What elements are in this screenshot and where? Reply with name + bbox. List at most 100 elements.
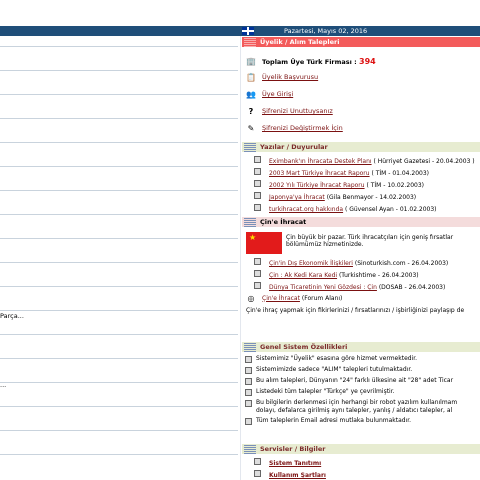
feature-item: Sistemimiz "Üyelik" esasına göre hizmet … xyxy=(245,355,417,363)
feature-item: Listedeki tüm talepler "Türkçe" ye çevri… xyxy=(245,388,395,396)
bullet-icon xyxy=(245,400,252,407)
row-divider xyxy=(0,262,238,263)
bullet-icon xyxy=(254,156,261,163)
change-row[interactable]: ✎ Şifrenizi Değiştirmek İçin xyxy=(246,122,343,134)
row-divider xyxy=(0,70,238,71)
feature-item: Bu alım talepleri, Dünyanın "24" farklı … xyxy=(245,377,453,385)
users-icon: 👥 xyxy=(246,89,256,99)
left-truncated-dots: ... xyxy=(0,381,7,389)
bullet-icon xyxy=(254,192,261,199)
apply-row[interactable]: 📋 Üyelik Başvurusu xyxy=(246,71,318,83)
china-source: (Turkishtime - 26.04.2003) xyxy=(337,272,419,279)
china-item[interactable]: Çin : Ak Kedi Kara Kedi (Turkishtime - 2… xyxy=(254,270,419,279)
features-title: Genel Sistem Özellikleri xyxy=(260,343,348,351)
row-divider xyxy=(0,454,238,455)
forum-suffix: (Forum Alanı) xyxy=(299,294,343,302)
news-item[interactable]: 2003 Mart Türkiye İhracat Raporu ( TİM -… xyxy=(254,168,429,177)
china-flag-icon xyxy=(246,232,282,254)
news-source: ( TİM - 10.02.2003) xyxy=(364,182,425,189)
service-item[interactable]: Kullanım Şartları xyxy=(254,470,326,479)
bullet-icon xyxy=(245,389,252,396)
news-link[interactable]: 2003 Mart Türkiye İhracat Raporu xyxy=(269,170,370,177)
china-link[interactable]: Çin'in Dış Ekonomik İlişkileri xyxy=(269,260,353,267)
row-divider xyxy=(0,430,238,431)
china-note: Çin'e ihraç yapmak için fikirlerinizi / … xyxy=(246,307,465,314)
news-item[interactable]: 2002 Yılı Türkiye İhracat Raporu ( TİM -… xyxy=(254,180,424,189)
grip-icon xyxy=(244,342,256,352)
bullet-icon xyxy=(254,470,261,477)
features-header: Genel Sistem Özellikleri xyxy=(242,342,480,352)
current-date: Pazartesi, Mayıs 02, 2016 xyxy=(284,27,368,35)
change-password-link[interactable]: Şifrenizi Değiştirmek İçin xyxy=(262,124,343,132)
building-icon: 🏢 xyxy=(246,56,256,66)
login-row[interactable]: 👥 Üye Girişi xyxy=(246,88,293,100)
forgot-password-link[interactable]: Şifrenizi Unuttuysanız xyxy=(262,107,333,115)
china-link[interactable]: Dünya Ticaretinin Yeni Gözdesi : Çin xyxy=(269,284,377,291)
row-divider xyxy=(0,166,238,167)
feature-item: Tüm taleplerin Email adresi mutlaka bulu… xyxy=(245,417,411,425)
row-divider xyxy=(0,406,238,407)
row-divider xyxy=(0,46,238,47)
question-icon: ? xyxy=(248,106,254,116)
feature-item: Sistemimizde sadece "ALIM" talepleri tut… xyxy=(245,366,412,374)
news-link[interactable]: turkihracat.org hakkında xyxy=(269,206,343,213)
china-forum-link[interactable]: Çin'e İhracat xyxy=(262,295,300,302)
china-intro: Çin büyük bir pazar. Türk ihracatçıları … xyxy=(286,234,454,248)
bullet-icon xyxy=(254,258,261,265)
services-header: Servisler / Bilgiler xyxy=(242,444,480,454)
row-divider xyxy=(0,382,238,383)
row-divider xyxy=(0,142,238,143)
membership-header: Üyelik / Alım Talepleri xyxy=(242,37,480,47)
bullet-icon xyxy=(245,378,252,385)
row-divider xyxy=(0,118,238,119)
feature-item-continued: dolayı, defalarca girilmiş aynı talepler… xyxy=(256,407,453,414)
china-link[interactable]: Çin : Ak Kedi Kara Kedi xyxy=(269,272,337,279)
row-divider xyxy=(0,310,238,311)
news-link[interactable]: Eximbank'ın İhracata Destek Planı xyxy=(269,158,372,165)
news-link[interactable]: Japonya'ya İhracat xyxy=(269,194,325,201)
forum-icon: ◎ xyxy=(247,293,255,303)
row-divider xyxy=(0,190,238,191)
china-item[interactable]: Dünya Ticaretinin Yeni Gözdesi : Çin (DO… xyxy=(254,282,445,291)
grip-icon xyxy=(244,217,256,227)
china-source: (Sinoturkish.com - 26.04.2003) xyxy=(352,260,449,267)
bullet-icon xyxy=(254,270,261,277)
bullet-icon xyxy=(254,180,261,187)
news-header: Yazılar / Duyurular xyxy=(242,142,480,152)
news-link[interactable]: 2002 Yılı Türkiye İhracat Raporu xyxy=(269,182,365,189)
membership-apply-link[interactable]: Üyelik Başvurusu xyxy=(262,73,318,81)
bullet-icon xyxy=(254,282,261,289)
total-members-label: Toplam Üye Türk Firması : xyxy=(262,57,357,66)
row-divider xyxy=(0,334,238,335)
total-members-row: 🏢 Toplam Üye Türk Firması : 394 xyxy=(246,55,376,67)
left-truncated-text: Parça... xyxy=(0,312,24,320)
membership-title: Üyelik / Alım Talepleri xyxy=(260,38,340,46)
terms-of-use-link[interactable]: Kullanım Şartları xyxy=(269,472,326,479)
bullet-icon xyxy=(254,204,261,211)
bullet-icon xyxy=(254,168,261,175)
news-source: ( Hürriyet Gazetesi - 20.04.2003 ) xyxy=(371,158,475,165)
feature-item: Bu bilgilerin derlenmesi için herhangi b… xyxy=(245,399,457,407)
china-source: (DOSAB - 26.04.2003) xyxy=(376,284,446,291)
china-item[interactable]: Çin'in Dış Ekonomik İlişkileri (Sinoturk… xyxy=(254,258,448,267)
news-source: (Gila Benmayor - 14.02.2003) xyxy=(324,194,417,201)
service-item[interactable]: Sistem Tanıtımı xyxy=(254,458,321,467)
bullet-icon xyxy=(254,458,261,465)
news-item[interactable]: Eximbank'ın İhracata Destek Planı ( Hürr… xyxy=(254,156,475,165)
edit-icon: ✎ xyxy=(247,123,255,133)
member-login-link[interactable]: Üye Girişi xyxy=(262,90,293,98)
row-divider xyxy=(0,214,238,215)
china-forum-row[interactable]: ◎ Çin'e İhracat (Forum Alanı) xyxy=(246,292,343,304)
form-icon: 📋 xyxy=(246,72,256,82)
uk-flag-icon[interactable] xyxy=(242,27,254,35)
news-item[interactable]: Japonya'ya İhracat (Gila Benmayor - 14.0… xyxy=(254,192,416,201)
services-title: Servisler / Bilgiler xyxy=(260,445,326,453)
system-intro-link[interactable]: Sistem Tanıtımı xyxy=(269,460,321,467)
news-source: ( TİM - 01.04.2003) xyxy=(369,170,430,177)
news-item[interactable]: turkihracat.org hakkında ( Güvensel Ayan… xyxy=(254,204,437,213)
news-source: ( Güvensel Ayan - 01.02.2003) xyxy=(343,206,437,213)
bullet-icon xyxy=(245,367,252,374)
bullet-icon xyxy=(245,356,252,363)
grip-icon xyxy=(244,142,256,152)
forgot-row[interactable]: ? Şifrenizi Unuttuysanız xyxy=(246,105,333,117)
